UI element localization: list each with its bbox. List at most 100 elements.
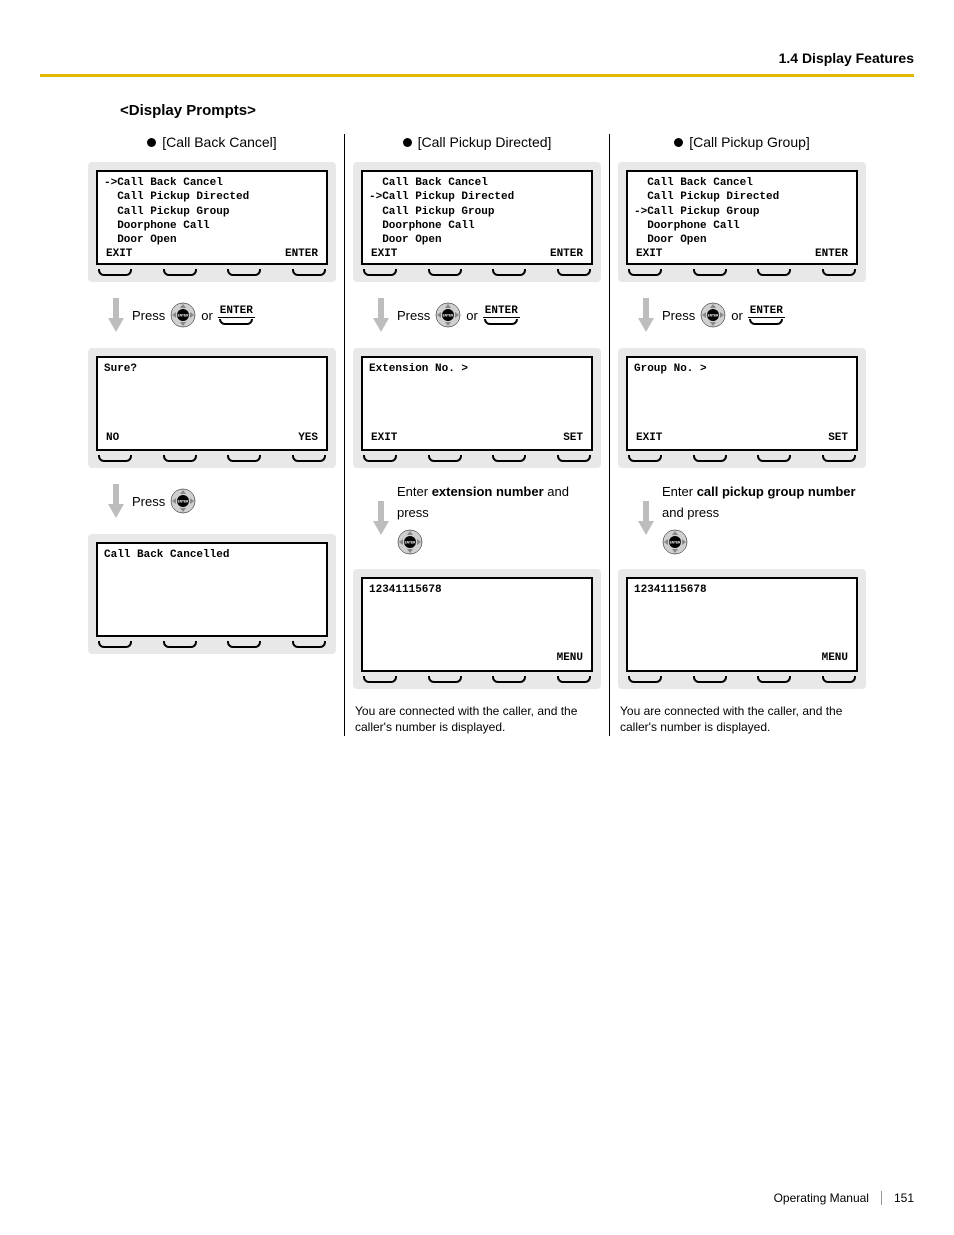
soft-label-left: EXIT <box>636 247 662 261</box>
softkey[interactable] <box>492 269 526 276</box>
soft-label-right: SET <box>563 431 583 445</box>
screen-body: ->Call Back Cancel Call Pickup Directed … <box>104 176 320 247</box>
softkey-row <box>626 451 858 462</box>
softkey[interactable] <box>227 641 261 648</box>
screen-body: Call Back Cancelled <box>104 548 320 631</box>
lcd-screen: Call Back Cancel ->Call Pickup Directed … <box>361 170 593 265</box>
step-text: Press <box>132 494 165 509</box>
softkey[interactable] <box>98 269 132 276</box>
softkey[interactable] <box>98 455 132 462</box>
softkey[interactable] <box>557 676 591 683</box>
footer-page: 151 <box>894 1191 914 1205</box>
enter-softkey[interactable]: ENTER <box>483 305 520 325</box>
softkey-row <box>96 451 328 462</box>
softkey[interactable] <box>628 455 662 462</box>
soft-label-right: MENU <box>822 651 848 665</box>
lcd-screen: Extension No. >EXITSET <box>361 356 593 451</box>
footer-sep <box>881 1191 882 1205</box>
svg-text:ENTER: ENTER <box>178 314 190 318</box>
svg-text:ENTER: ENTER <box>670 540 682 544</box>
arrow-down-icon <box>106 484 126 518</box>
softkey[interactable] <box>693 455 727 462</box>
soft-label-right: ENTER <box>285 247 318 261</box>
softkey[interactable] <box>628 676 662 683</box>
step-text: Enter extension number and press <box>397 482 601 524</box>
arrow-down-icon <box>106 298 126 332</box>
bullet-icon <box>674 138 683 147</box>
softkey[interactable] <box>292 455 326 462</box>
display-unit: 12341115678MENU <box>618 569 866 689</box>
softkey[interactable] <box>98 641 132 648</box>
footer: Operating Manual 151 <box>774 1191 914 1205</box>
column: [Call Back Cancel]->Call Back Cancel Cal… <box>80 134 344 736</box>
softkey[interactable] <box>363 455 397 462</box>
softkey[interactable] <box>163 455 197 462</box>
softkey[interactable] <box>163 269 197 276</box>
softkey[interactable] <box>628 269 662 276</box>
divider <box>40 74 914 77</box>
svg-text:ENTER: ENTER <box>443 314 455 318</box>
softkey[interactable] <box>822 676 856 683</box>
softkey-row <box>626 265 858 276</box>
nav-enter-icon[interactable]: ENTER <box>662 529 688 555</box>
softkey[interactable] <box>292 269 326 276</box>
softkey[interactable] <box>428 455 462 462</box>
arrow-down-icon <box>636 298 656 332</box>
softkey[interactable] <box>363 676 397 683</box>
softkey[interactable] <box>757 455 791 462</box>
bullet-icon <box>147 138 156 147</box>
softkey[interactable] <box>292 641 326 648</box>
softkey[interactable] <box>363 269 397 276</box>
softkey-row <box>626 672 858 683</box>
lcd-screen: 12341115678MENU <box>626 577 858 672</box>
softkey[interactable] <box>428 269 462 276</box>
column: [Call Pickup Directed] Call Back Cancel … <box>344 134 609 736</box>
step-text: Enter call pickup group number and press <box>662 482 866 524</box>
softkey[interactable] <box>163 641 197 648</box>
lcd-screen: Call Back Cancelled <box>96 542 328 637</box>
arrow-down-icon <box>371 501 391 535</box>
softkey[interactable] <box>822 269 856 276</box>
screen-body: Extension No. > <box>369 362 585 431</box>
nav-enter-icon[interactable]: ENTER <box>435 302 461 328</box>
soft-label-right: ENTER <box>815 247 848 261</box>
screen-body: Sure? <box>104 362 320 431</box>
softkey[interactable] <box>757 269 791 276</box>
soft-label-right: SET <box>828 431 848 445</box>
soft-label-right: MENU <box>557 651 583 665</box>
step-text: Press <box>662 308 695 323</box>
softkey[interactable] <box>693 269 727 276</box>
screen-footer: EXIT ENTER <box>634 247 850 261</box>
nav-enter-icon[interactable]: ENTER <box>170 302 196 328</box>
display-unit: Call Back Cancelled <box>88 534 336 654</box>
nav-enter-icon[interactable]: ENTER <box>170 488 196 514</box>
softkey-row <box>96 265 328 276</box>
softkey[interactable] <box>227 269 261 276</box>
softkey-row <box>361 672 593 683</box>
nav-enter-icon[interactable]: ENTER <box>397 529 423 555</box>
display-unit: 12341115678MENU <box>353 569 601 689</box>
softkey[interactable] <box>428 676 462 683</box>
screen-footer: EXITENTER <box>104 247 320 261</box>
soft-label-right: YES <box>298 431 318 445</box>
lcd-screen: Call Back Cancel Call Pickup Directed ->… <box>626 170 858 265</box>
enter-softkey[interactable]: ENTER <box>218 305 255 325</box>
bullet-icon <box>403 138 412 147</box>
softkey[interactable] <box>557 455 591 462</box>
enter-softkey[interactable]: ENTER <box>748 305 785 325</box>
nav-enter-icon[interactable]: ENTER <box>700 302 726 328</box>
softkey[interactable] <box>492 676 526 683</box>
softkey[interactable] <box>693 676 727 683</box>
arrow-down-icon <box>371 298 391 332</box>
screen-footer: EXITENTER <box>369 247 585 261</box>
display-unit: Group No. >EXITSET <box>618 348 866 468</box>
softkey[interactable] <box>557 269 591 276</box>
svg-text:ENTER: ENTER <box>708 314 720 318</box>
softkey[interactable] <box>492 455 526 462</box>
softkey[interactable] <box>822 455 856 462</box>
page-title: <Display Prompts> <box>120 102 914 119</box>
softkey[interactable] <box>757 676 791 683</box>
screen-footer: NOYES <box>104 431 320 445</box>
screen-body: Call Back Cancel ->Call Pickup Directed … <box>369 176 585 247</box>
softkey[interactable] <box>227 455 261 462</box>
